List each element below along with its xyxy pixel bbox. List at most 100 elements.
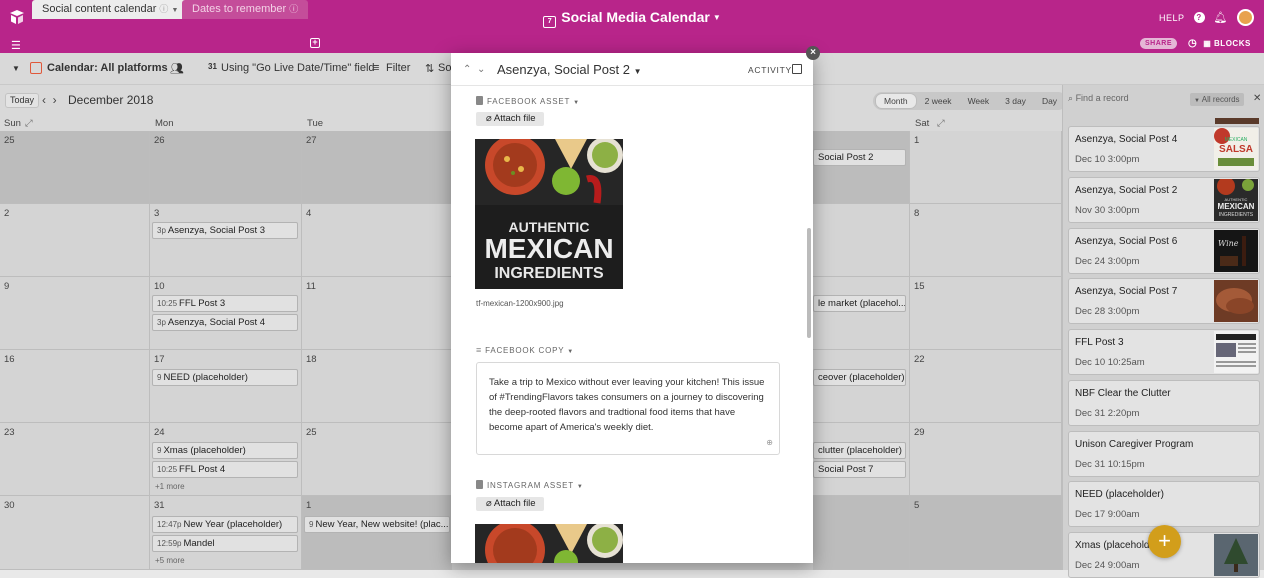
calendar-event[interactable]: clutter (placeholder)	[813, 442, 906, 459]
day-cell[interactable]: 29	[910, 423, 1062, 496]
users-icon[interactable]: 👥︎	[170, 62, 184, 75]
field-label-instagram-asset[interactable]: INSTAGRAM ASSET ▼	[476, 480, 584, 490]
calendar-event[interactable]: 3p Asenzya, Social Post 4	[152, 314, 298, 331]
history-icon[interactable]: ◷	[1188, 38, 1197, 49]
day-cell[interactable]: 25	[0, 131, 150, 204]
more-events-link[interactable]: +1 more	[155, 482, 185, 491]
day-cell[interactable]: 9	[0, 277, 150, 350]
notifications-icon[interactable]: 🔔︎	[1214, 11, 1228, 24]
day-cell[interactable]: 22	[910, 350, 1062, 423]
modal-scrollbar[interactable]	[807, 228, 811, 338]
view-2-week[interactable]: 2 week	[917, 94, 960, 108]
search-input[interactable]: ⌕ Find a record	[1068, 93, 1129, 104]
day-cell[interactable]: 1	[302, 496, 452, 570]
record-card[interactable]: NEED (placeholder) Dec 17 9:00am	[1068, 481, 1260, 527]
view-name[interactable]: Calendar: All platforms	[47, 62, 168, 74]
record-card[interactable]: FFL Post 3 Dec 10 10:25am	[1068, 329, 1260, 375]
close-icon[interactable]: ✕	[1253, 93, 1261, 104]
share-button[interactable]: SHARE	[1140, 38, 1178, 49]
chevron-down-icon[interactable]: ▼	[172, 7, 179, 14]
record-card[interactable]: Asenzya, Social Post 2 Nov 30 3:00pm AUT…	[1068, 177, 1260, 223]
calendar-event[interactable]: 9 Xmas (placeholder)	[152, 442, 298, 459]
view-week[interactable]: Week	[960, 94, 998, 108]
date-field-button[interactable]: Using "Go Live Date/Time" field	[221, 62, 375, 74]
record-card[interactable]: NBF Clear the Clutter Dec 31 2:20pm	[1068, 380, 1260, 426]
help-link[interactable]: HELP	[1159, 13, 1185, 23]
more-events-link[interactable]: +5 more	[155, 556, 185, 565]
day-cell[interactable]: 5	[910, 496, 1062, 570]
calendar-event[interactable]: Social Post 7	[813, 461, 906, 478]
filter-button[interactable]: Filter	[386, 62, 410, 74]
calendar-event[interactable]: 10:25 FFL Post 3	[152, 295, 298, 312]
field-label-facebook-copy[interactable]: ≡ FACEBOOK COPY ▼	[476, 345, 574, 355]
day-cell[interactable]: 2	[0, 204, 150, 277]
attach-file-button[interactable]: ⌀ Attach file	[476, 497, 544, 511]
chevron-down-icon[interactable]: ▼	[12, 64, 20, 73]
tab-social-content-calendar[interactable]: Social content calendar ⓘ ▼	[32, 0, 189, 19]
day-cell[interactable]: 4	[302, 204, 452, 277]
day-cell[interactable]	[813, 131, 910, 204]
day-cell[interactable]: 11	[302, 277, 452, 350]
add-table-icon[interactable]: +	[310, 38, 320, 48]
day-cell[interactable]	[813, 277, 910, 350]
view-day[interactable]: Day	[1034, 94, 1065, 108]
expand-icon[interactable]: ⊕	[766, 435, 773, 450]
activity-panel-icon[interactable]	[792, 64, 802, 74]
day-cell[interactable]: 8	[910, 204, 1062, 277]
record-card[interactable]: Asenzya, Social Post 7 Dec 28 3:00pm	[1068, 278, 1260, 324]
record-card[interactable]: Asenzya, Social Post 6 Dec 24 3:00pm Win…	[1068, 228, 1260, 274]
add-record-button[interactable]: +	[1148, 525, 1181, 558]
calendar-event[interactable]: 12:47p New Year (placeholder)	[152, 516, 298, 533]
tab-dates-to-remember[interactable]: Dates to remember ⓘ	[182, 0, 309, 19]
day-cell[interactable]: 17	[150, 350, 302, 423]
day-cell[interactable]: 25	[302, 423, 452, 496]
view-month[interactable]: Month	[875, 93, 917, 109]
record-card[interactable]: Unison Caregiver Program Dec 31 10:15pm	[1068, 431, 1260, 477]
attachment-image[interactable]: AUTHENTIC MEXICAN INGREDIENTS	[475, 139, 623, 289]
day-cell[interactable]: 30	[0, 496, 150, 570]
calendar-event[interactable]: ceover (placeholder)	[813, 369, 906, 386]
help-icon[interactable]: ?	[1193, 12, 1205, 23]
record-filter-dropdown[interactable]: ▼ All records	[1190, 93, 1244, 106]
day-cell[interactable]: 1	[910, 131, 1062, 204]
day-cell[interactable]: 3	[150, 204, 302, 277]
calendar-event[interactable]: le market (placehol...	[813, 295, 906, 312]
calendar-event[interactable]: 9 New Year, New website! (plac...	[304, 516, 450, 533]
calendar-event[interactable]: 9 NEED (placeholder)	[152, 369, 298, 386]
next-month-icon[interactable]: ›	[53, 93, 57, 107]
day-cell[interactable]: 23	[0, 423, 150, 496]
day-cell[interactable]: 18	[302, 350, 452, 423]
attachment-image[interactable]	[475, 524, 623, 563]
sort-button[interactable]: So	[438, 62, 451, 74]
chevron-up-icon[interactable]: ⌃	[463, 64, 471, 75]
day-cell[interactable]	[813, 496, 910, 570]
day-cell[interactable]: 26	[150, 131, 302, 204]
expand-icon[interactable]: ⤢	[937, 118, 945, 129]
calendar-event[interactable]: 12:59p Mandel	[152, 535, 298, 552]
attach-file-button[interactable]: ⌀ Attach file	[476, 112, 544, 126]
calendar-event[interactable]: Social Post 2	[813, 149, 906, 166]
day-cell[interactable]: 15	[910, 277, 1062, 350]
avatar[interactable]	[1237, 9, 1254, 26]
calendar-event[interactable]: 3p Asenzya, Social Post 3	[152, 222, 298, 239]
day-cell[interactable]	[813, 350, 910, 423]
record-card[interactable]: Asenzya, Social Post 4 Dec 10 3:00pm SAL…	[1068, 126, 1260, 172]
close-modal-icon[interactable]: ×	[806, 46, 820, 60]
prev-month-icon[interactable]: ‹	[42, 93, 46, 107]
day-cell[interactable]	[813, 204, 910, 277]
activity-button[interactable]: ACTIVITY	[748, 65, 792, 75]
today-button[interactable]: Today	[5, 93, 40, 108]
expand-icon[interactable]: ⤢	[25, 118, 33, 129]
calendar-event[interactable]: 10:25 FFL Post 4	[152, 461, 298, 478]
record-title-button[interactable]: Asenzya, Social Post 2 ▼	[497, 62, 642, 77]
day-cell[interactable]: 27	[302, 131, 452, 204]
view-3-day[interactable]: 3 day	[997, 94, 1034, 108]
menu-icon[interactable]: ☰	[11, 39, 21, 52]
day-cell[interactable]	[813, 423, 910, 496]
attachment-filename[interactable]: tf-mexican-1200x900.jpg	[476, 299, 564, 308]
blocks-button[interactable]: ▦ BLOCKS	[1203, 39, 1251, 48]
chevron-down-icon[interactable]: ⌄	[477, 64, 485, 75]
day-cell[interactable]: 16	[0, 350, 150, 423]
field-label-facebook-asset[interactable]: FACEBOOK ASSET ▼	[476, 96, 580, 106]
facebook-copy-textarea[interactable]: Take a trip to Mexico without ever leavi…	[476, 362, 780, 455]
